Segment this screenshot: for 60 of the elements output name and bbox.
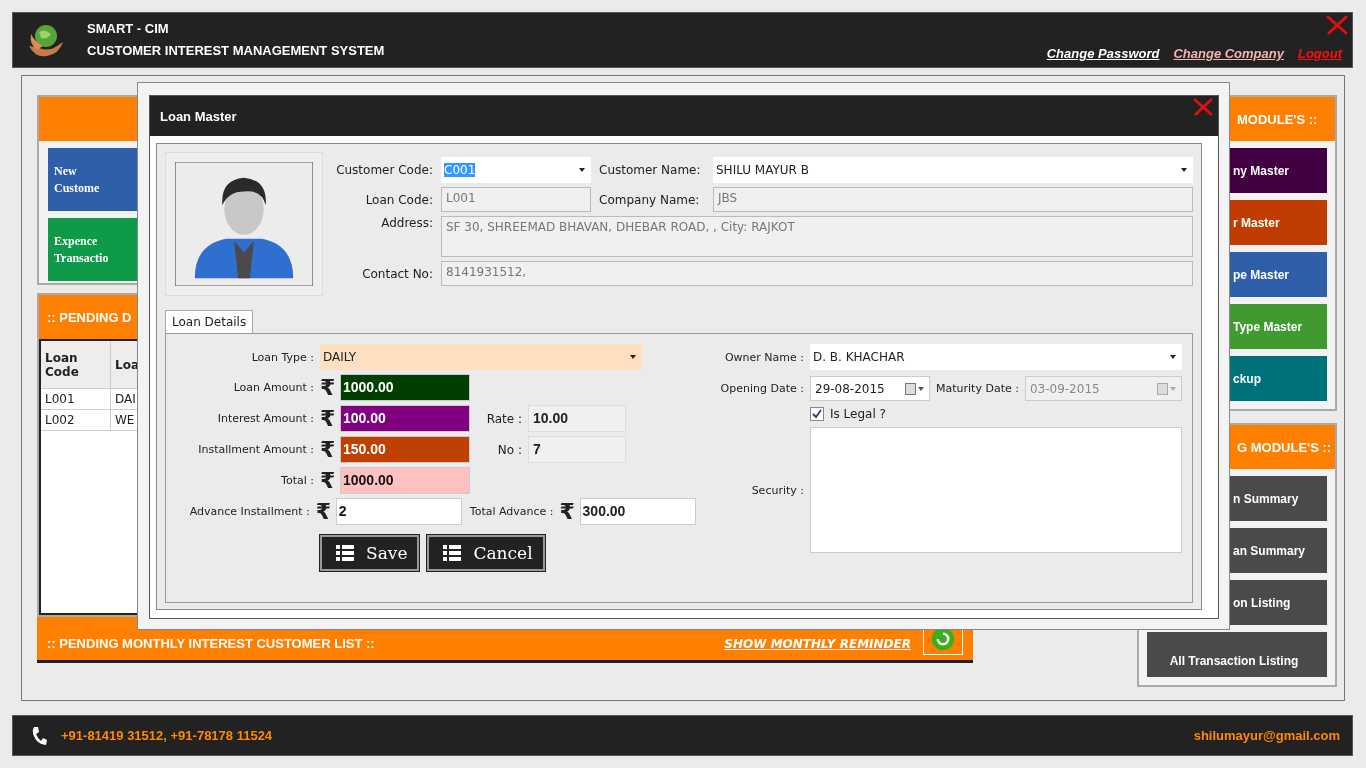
currency-symbol: ₹ (559, 499, 574, 524)
field-label: Address: (380, 216, 433, 230)
currency-symbol: ₹ (320, 406, 334, 431)
field-label: Interest Amount : (216, 412, 314, 425)
field-label: Customer Code: (335, 163, 433, 177)
phone-numbers: +91-81419 31512, +91-78178 11524 (61, 728, 273, 743)
header-link[interactable]: Change Company (1173, 46, 1284, 61)
loan-code-field[interactable]: L001 (441, 187, 591, 212)
field-label: Installment Amount : (197, 443, 314, 456)
loan-type-dropdown[interactable]: DAILY (320, 344, 642, 370)
dialog-title: Loan Master (160, 108, 237, 124)
panel-title: :: PENDING MONTHLY INTEREST CUSTOMER LIST :: (47, 635, 375, 651)
field-label: Company Name: (599, 192, 701, 207)
total-advance-field[interactable]: 300.00 (579, 498, 696, 525)
number-field[interactable]: 7 (528, 436, 626, 463)
app-title: SMART - CIM (87, 20, 170, 38)
amount-field[interactable]: 150.00 (340, 436, 470, 463)
field-label: Maturity Date : (936, 382, 1019, 395)
module-button[interactable]: New Custome (48, 148, 138, 211)
field-label: Total : (280, 474, 314, 487)
field-label: Rate : (485, 411, 522, 426)
field-label: Opening Date : (719, 382, 804, 395)
report-button[interactable]: All Transaction Listing (1147, 632, 1327, 677)
checkbox-label: Is Legal ? (830, 407, 886, 421)
header-link[interactable]: Logout (1297, 46, 1342, 61)
date-picker[interactable]: 29-08-2015 (810, 376, 930, 401)
dialog-button[interactable]: Save (320, 535, 420, 571)
module-button[interactable]: Expence Transactio (48, 218, 138, 281)
amount-field[interactable]: 2 (335, 498, 462, 525)
field-label: Loan Amount : (232, 381, 314, 394)
currency-symbol: ₹ (320, 468, 334, 493)
rate-field[interactable]: 10.00 (528, 405, 626, 432)
company-name-field[interactable]: JBS (713, 187, 1193, 212)
field-label: Loan Code: (364, 192, 433, 207)
field-label: Advance Installment : (188, 505, 310, 518)
field-label: Contact No: (361, 266, 433, 281)
currency-symbol: ₹ (320, 437, 334, 462)
contact-field[interactable]: 8141931512, (441, 261, 1193, 286)
field-label: No : (496, 442, 522, 457)
field-label: Customer Name: (599, 163, 702, 177)
app-subtitle: CUSTOMER INTEREST MANAGEMENT SYSTEM (87, 42, 385, 60)
amount-field[interactable]: 1000.00 (340, 374, 470, 401)
field-label: Security : (750, 483, 804, 497)
column-header: Loan Code (41, 341, 111, 389)
customer-name-dropdown[interactable]: SHILU MAYUR B (713, 157, 1193, 183)
amount-field[interactable]: 100.00 (340, 405, 470, 432)
field-label: Owner Name : (723, 350, 804, 364)
field-label: Total Advance : (469, 505, 554, 518)
email-address: shilumayur@gmail.com (1193, 728, 1340, 743)
table-cell: L001 (41, 389, 111, 410)
field-label: Loan Type : (250, 350, 314, 364)
currency-symbol: ₹ (315, 499, 330, 524)
dialog-button[interactable]: Cancel (427, 535, 545, 571)
table-cell: L002 (41, 410, 111, 431)
amount-field[interactable]: 1000.00 (340, 467, 470, 494)
currency-symbol: ₹ (320, 375, 334, 400)
address-field[interactable]: SF 30, SHREEMAD BHAVAN, DHEBAR ROAD, , City: RAJKOT (441, 216, 1193, 257)
tab[interactable]: Loan Details (165, 310, 254, 333)
owner-name-dropdown[interactable]: D. B. KHACHAR (810, 344, 1182, 370)
header-link[interactable]: Change Password (1046, 46, 1160, 61)
